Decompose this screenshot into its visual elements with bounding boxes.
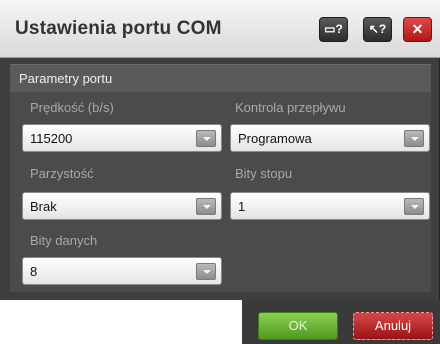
section-title: Parametry portu <box>19 71 113 86</box>
stop-bits-select[interactable]: 1 <box>230 192 430 220</box>
parity-value: Brak <box>30 199 57 214</box>
cancel-button[interactable]: Anuluj <box>353 312 433 340</box>
context-help-button[interactable]: ↖? <box>363 17 392 42</box>
flow-control-select[interactable]: Programowa <box>230 124 430 152</box>
close-icon: ✕ <box>411 21 424 37</box>
chevron-down-icon[interactable] <box>196 263 216 280</box>
chevron-down-icon[interactable] <box>404 130 424 147</box>
ok-button[interactable]: OK <box>258 312 338 340</box>
port-parameters-panel: Prędkość (b/s) 115200 Kontrola przepływu… <box>10 92 431 292</box>
flow-control-value: Programowa <box>238 131 312 146</box>
window-help-icon: ▭? <box>324 22 343 36</box>
pointer-help-icon: ↖? <box>368 22 387 36</box>
data-bits-select[interactable]: 8 <box>22 257 222 285</box>
dialog-footer: OK Anuluj <box>242 300 440 344</box>
title-bar: Ustawienia portu COM ▭? ↖? ✕ <box>0 0 440 58</box>
parity-label: Parzystość <box>30 166 94 181</box>
parity-select[interactable]: Brak <box>22 192 222 220</box>
chevron-down-icon[interactable] <box>196 198 216 215</box>
dialog-title: Ustawienia portu COM <box>15 18 222 39</box>
data-bits-label: Bity danych <box>30 233 98 248</box>
data-bits-value: 8 <box>30 264 38 279</box>
stop-bits-label: Bity stopu <box>235 166 293 181</box>
speed-value: 115200 <box>30 131 73 146</box>
chevron-down-icon[interactable] <box>404 198 424 215</box>
section-header: Parametry portu <box>10 64 431 93</box>
close-button[interactable]: ✕ <box>403 17 432 42</box>
com-port-settings-dialog: Ustawienia portu COM ▭? ↖? ✕ Parametry p… <box>0 0 440 300</box>
flow-control-label: Kontrola przepływu <box>235 100 346 115</box>
stop-bits-value: 1 <box>238 199 246 214</box>
speed-select[interactable]: 115200 <box>22 124 222 152</box>
chevron-down-icon[interactable] <box>196 130 216 147</box>
help-button[interactable]: ▭? <box>319 17 348 42</box>
speed-label: Prędkość (b/s) <box>30 100 114 115</box>
